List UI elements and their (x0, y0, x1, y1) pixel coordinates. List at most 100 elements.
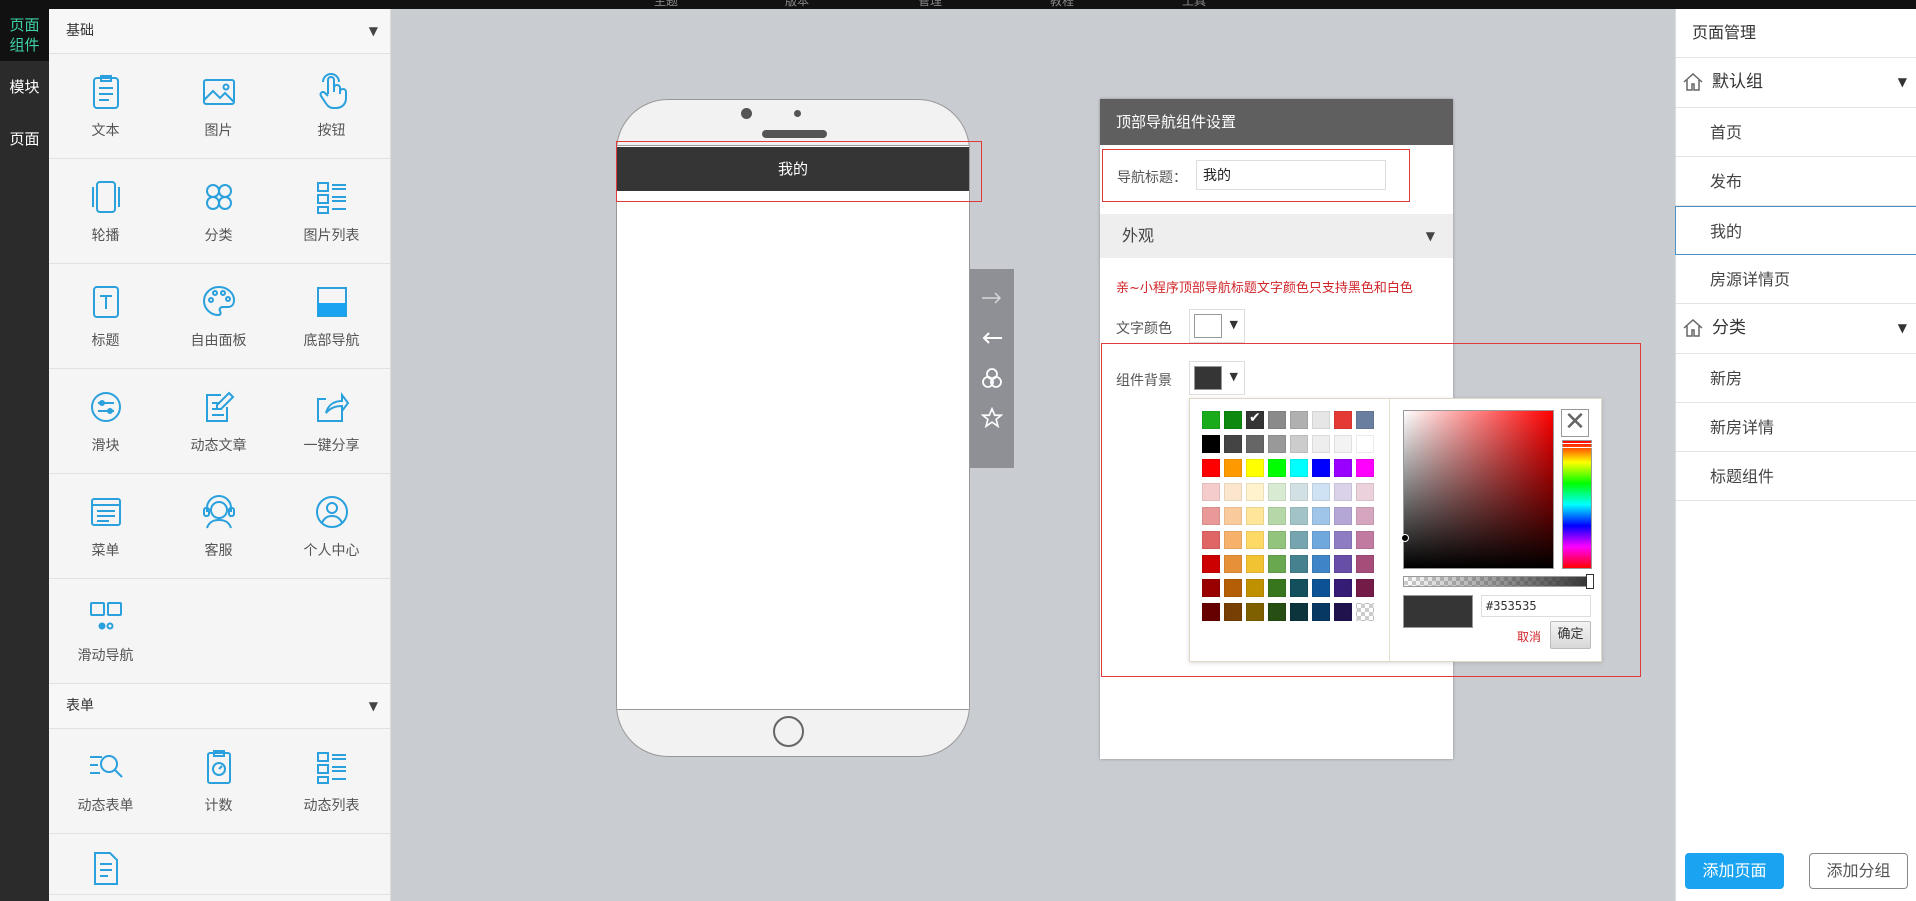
palette-swatch[interactable] (1312, 411, 1330, 429)
palette-swatch[interactable] (1356, 435, 1374, 453)
component-title[interactable]: 标题 (49, 264, 162, 368)
sv-cursor[interactable] (1401, 534, 1409, 542)
page-item-selected[interactable]: 我的 (1675, 206, 1916, 255)
palette-swatch[interactable] (1290, 411, 1308, 429)
palette-swatch[interactable] (1202, 411, 1220, 429)
confirm-button[interactable]: 确定 (1550, 621, 1591, 649)
close-icon[interactable]: ✕ (1561, 409, 1589, 437)
palette-swatch[interactable] (1246, 603, 1264, 621)
palette-swatch[interactable] (1224, 555, 1242, 573)
palette-swatch[interactable] (1224, 411, 1242, 429)
palette-swatch[interactable] (1202, 579, 1220, 597)
palette-swatch[interactable] (1312, 435, 1330, 453)
palette-swatch[interactable] (1290, 459, 1308, 477)
palette-swatch[interactable] (1290, 483, 1308, 501)
hex-input[interactable] (1481, 595, 1591, 617)
palette-swatch[interactable] (1246, 531, 1264, 549)
component-text[interactable]: 文本 (49, 54, 162, 158)
component-image[interactable]: 图片 (162, 54, 275, 158)
palette-swatch[interactable] (1356, 555, 1374, 573)
palette-swatch[interactable] (1246, 435, 1264, 453)
palette-swatch[interactable] (1290, 579, 1308, 597)
palette-swatch[interactable] (1334, 435, 1352, 453)
palette-swatch[interactable] (1268, 603, 1286, 621)
palette-swatch[interactable] (1224, 459, 1242, 477)
top-menu-item[interactable]: 工具 (1182, 0, 1206, 9)
page-item[interactable]: 标题组件 (1676, 452, 1916, 501)
group-category[interactable]: 分类 ▼ (1676, 304, 1916, 354)
component-image-list[interactable]: 图片列表 (275, 159, 388, 263)
arrow-right-icon[interactable] (979, 285, 1005, 311)
palette-swatch[interactable] (1224, 579, 1242, 597)
component-document[interactable] (49, 834, 162, 896)
component-bottom-nav[interactable]: 底部导航 (275, 264, 388, 368)
palette-swatch[interactable] (1312, 603, 1330, 621)
palette-swatch[interactable] (1312, 531, 1330, 549)
top-menu-item[interactable]: 教程 (1050, 0, 1074, 9)
palette-swatch[interactable] (1290, 603, 1308, 621)
palette-swatch[interactable] (1290, 435, 1308, 453)
top-menu-item[interactable]: 主题 (654, 0, 678, 9)
palette-swatch[interactable] (1224, 435, 1242, 453)
palette-swatch[interactable] (1290, 555, 1308, 573)
rail-item-modules[interactable]: 模块 (0, 61, 49, 113)
page-item[interactable]: 发布 (1676, 157, 1916, 206)
palette-swatch[interactable] (1246, 459, 1264, 477)
cancel-link[interactable]: 取消 (1517, 628, 1541, 645)
palette-swatch[interactable] (1334, 579, 1352, 597)
palette-swatch[interactable] (1356, 531, 1374, 549)
component-menu[interactable]: 菜单 (49, 474, 162, 578)
page-item[interactable]: 首页 (1676, 108, 1916, 157)
top-menu-item[interactable]: 管理 (918, 0, 942, 9)
text-color-picker[interactable]: ▼ (1189, 309, 1245, 343)
component-customer-service[interactable]: 客服 (162, 474, 275, 578)
palette-swatch[interactable] (1246, 507, 1264, 525)
palette-swatch[interactable] (1334, 483, 1352, 501)
palette-swatch[interactable] (1268, 435, 1286, 453)
palette-swatch[interactable] (1356, 603, 1374, 621)
component-carousel[interactable]: 轮播 (49, 159, 162, 263)
palette-swatch[interactable] (1224, 531, 1242, 549)
component-counter[interactable]: 计数 (162, 729, 275, 833)
arrow-left-icon[interactable] (979, 325, 1005, 351)
page-item[interactable]: 房源详情页 (1676, 255, 1916, 304)
palette-swatch[interactable] (1312, 579, 1330, 597)
rail-item-pages[interactable]: 页面 (0, 113, 49, 165)
component-scroll-nav[interactable]: 滑动导航 (49, 579, 162, 683)
page-item[interactable]: 新房 (1676, 354, 1916, 403)
top-menu-item[interactable]: 版本 (785, 0, 809, 9)
component-category[interactable]: 分类 (162, 159, 275, 263)
palette-swatch[interactable] (1268, 531, 1286, 549)
add-page-button[interactable]: 添加页面 (1685, 853, 1784, 889)
palette-swatch[interactable] (1334, 555, 1352, 573)
component-share[interactable]: 一键分享 (275, 369, 388, 473)
palette-swatch[interactable] (1356, 459, 1374, 477)
component-free-panel[interactable]: 自由面板 (162, 264, 275, 368)
alpha-slider[interactable] (1403, 574, 1594, 589)
saturation-value-area[interactable] (1401, 410, 1554, 569)
palette-swatch[interactable] (1290, 531, 1308, 549)
palette-swatch[interactable] (1246, 579, 1264, 597)
palette-swatch[interactable] (1356, 579, 1374, 597)
palette-swatch[interactable] (1202, 483, 1220, 501)
appearance-section-header[interactable]: 外观 ▼ (1100, 214, 1453, 258)
palette-swatch[interactable] (1202, 555, 1220, 573)
palette-swatch[interactable] (1268, 483, 1286, 501)
palette-swatch[interactable] (1268, 411, 1286, 429)
hue-slider[interactable] (1561, 440, 1593, 569)
palette-swatch[interactable] (1246, 483, 1264, 501)
group-default[interactable]: 默认组 ▼ (1676, 58, 1916, 108)
palette-swatch[interactable] (1202, 603, 1220, 621)
palette-swatch[interactable] (1202, 459, 1220, 477)
palette-swatch[interactable] (1268, 507, 1286, 525)
page-item[interactable]: 新房详情 (1676, 403, 1916, 452)
palette-swatch[interactable] (1224, 603, 1242, 621)
alpha-knob[interactable] (1586, 574, 1594, 589)
palette-swatch[interactable] (1356, 507, 1374, 525)
palette-swatch[interactable] (1312, 483, 1330, 501)
palette-swatch[interactable] (1290, 507, 1308, 525)
palette-swatch[interactable] (1356, 483, 1374, 501)
palette-swatch[interactable] (1224, 483, 1242, 501)
palette-swatch[interactable] (1334, 459, 1352, 477)
palette-swatch[interactable] (1268, 555, 1286, 573)
